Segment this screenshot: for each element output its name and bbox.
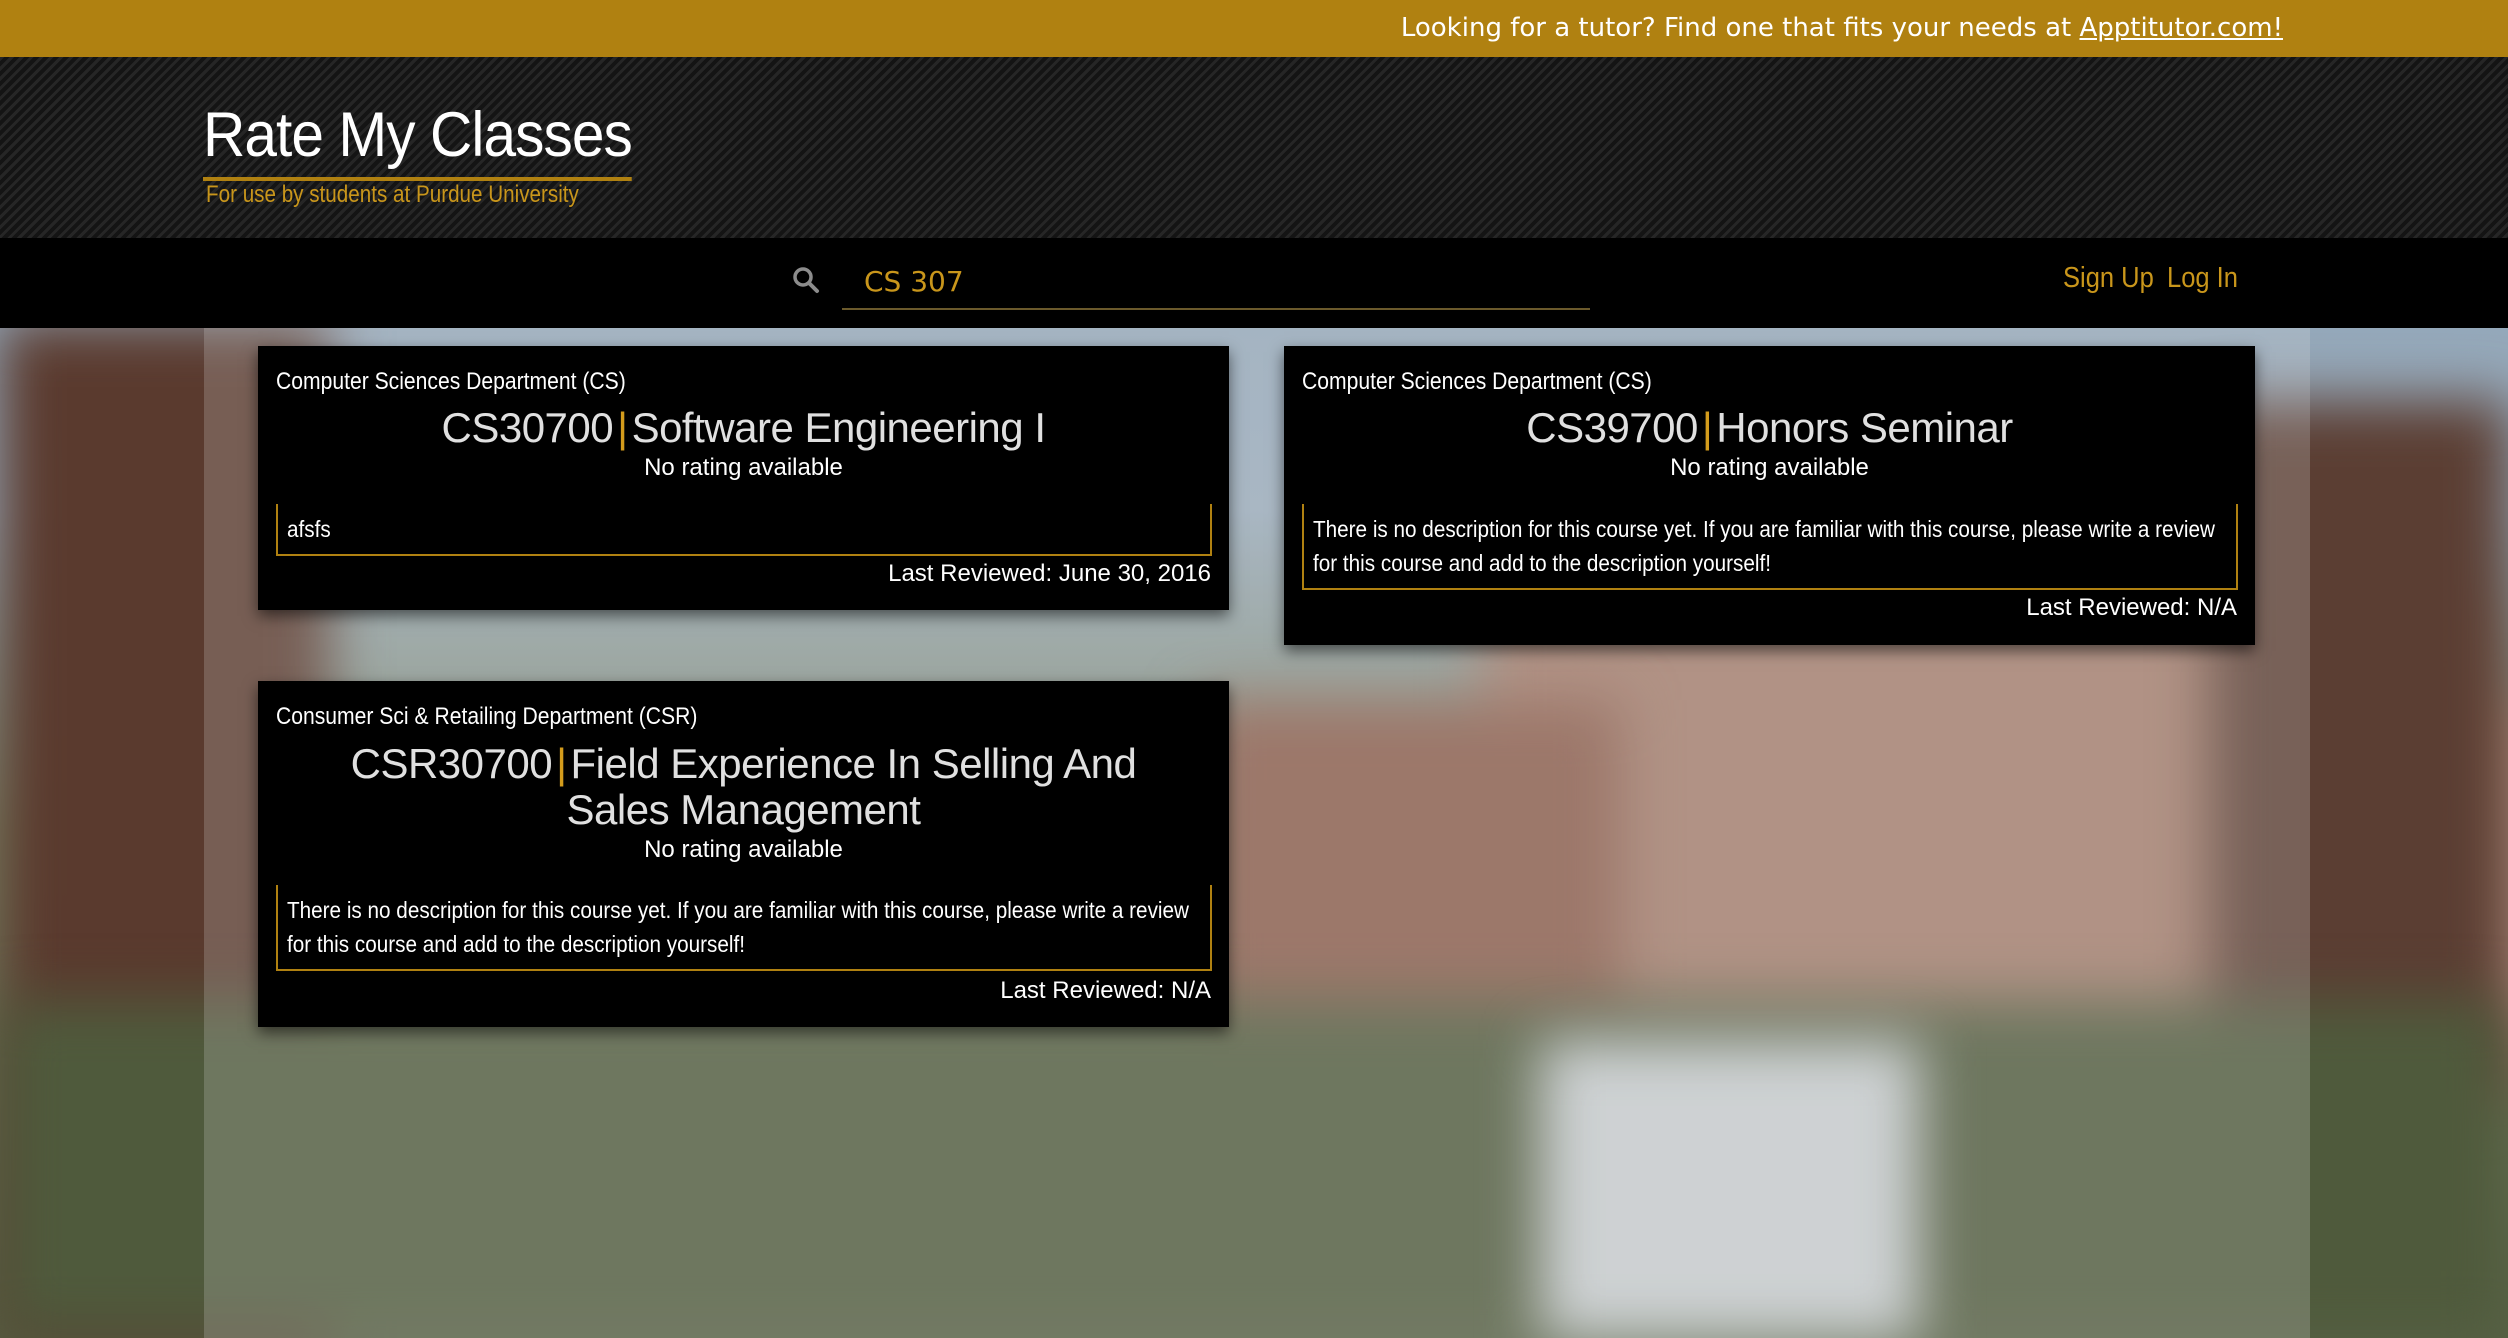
nav-bar: Sign Up Log In [0,238,2508,328]
course-code: CS39700 [1526,404,1698,451]
course-card[interactable]: Consumer Sci & Retailing Department (CSR… [258,681,1229,1027]
course-name: Honors Seminar [1716,404,2013,451]
course-description-text: afsfs [287,516,331,542]
course-code: CS30700 [441,404,614,451]
title-separator: | [556,740,567,787]
course-rating: No rating available [1670,454,1869,481]
search-input[interactable] [842,254,1590,310]
course-name: Software Engineering I [631,404,1046,451]
course-card[interactable]: Computer Sciences Department (CS) CS3970… [1284,346,2255,645]
site-header: Rate My Classes For use by students at P… [0,57,2508,238]
site-title[interactable]: Rate My Classes [203,99,633,181]
search-icon [793,267,819,293]
course-description: There is no description for this course … [276,885,1212,971]
course-description: afsfs [276,504,1212,556]
course-department: Computer Sciences Department (CS) [1302,368,1652,395]
course-department: Computer Sciences Department (CS) [276,368,626,395]
course-code: CSR30700 [350,740,553,787]
site-subtitle: For use by students at Purdue University [206,181,579,208]
course-rating: No rating available [644,836,843,863]
log-in-link[interactable]: Log In [2167,262,2238,295]
course-title[interactable]: CS30700|Software Engineering I [298,405,1189,451]
course-title[interactable]: CS39700|Honors Seminar [1324,405,2215,451]
course-rating: No rating available [644,454,843,481]
course-last-reviewed: Last Reviewed: N/A [1000,977,1211,1004]
course-description-text: There is no description for this course … [287,897,1189,957]
title-separator: | [617,404,628,451]
course-name: Field Experience In Selling And Sales Ma… [566,740,1137,833]
apptitutor-link[interactable]: Apptitutor.com! [2079,13,2283,43]
course-department: Consumer Sci & Retailing Department (CSR… [276,703,698,730]
course-last-reviewed: Last Reviewed: June 30, 2016 [888,560,1211,587]
course-card[interactable]: Computer Sciences Department (CS) CS3070… [258,346,1229,610]
course-description: There is no description for this course … [1302,504,2238,590]
announcement-text: Looking for a tutor? Find one that fits … [1401,13,2283,43]
course-description-text: There is no description for this course … [1313,516,2215,576]
title-separator: | [1701,404,1713,451]
sign-up-link[interactable]: Sign Up [2063,262,2154,295]
course-last-reviewed: Last Reviewed: N/A [2026,594,2237,621]
announcement-bar: Looking for a tutor? Find one that fits … [0,0,2508,57]
announcement-message: Looking for a tutor? Find one that fits … [1400,13,2080,43]
course-title[interactable]: CSR30700|Field Experience In Selling And… [298,741,1189,833]
